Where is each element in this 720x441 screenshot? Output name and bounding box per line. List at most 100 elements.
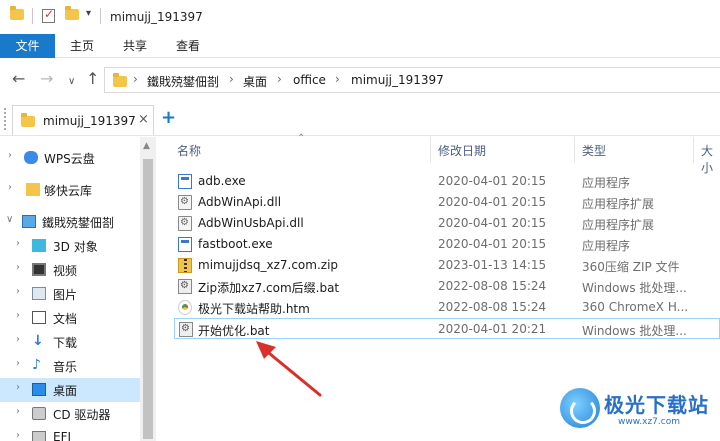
close-tab-icon[interactable]: × (138, 112, 149, 127)
file-row[interactable]: fastboot.exe 2020-04-01 20:15 应用程序 (174, 234, 720, 255)
expand-chevron-icon[interactable]: › (16, 430, 20, 441)
file-row[interactable]: 极光下载站帮助.htm 2022-08-08 15:24 360 ChromeX… (174, 297, 720, 318)
file-date: 2022-08-08 15:24 (438, 279, 547, 293)
file-name: Zip添加xz7.com后缀.bat (198, 281, 340, 295)
sidebar-item-videos[interactable]: › 视频 (0, 258, 140, 282)
file-type: 应用程序扩展 (582, 218, 655, 232)
breadcrumb-this-pc[interactable]: 鐵戝殑鐢佃剳 (147, 73, 219, 90)
column-header-modified[interactable]: 修改日期 (438, 142, 486, 159)
logo-icon (560, 388, 600, 428)
folder-tab[interactable]: mimujj_191397 × (12, 105, 154, 135)
sidebar-item-gokuai[interactable]: › 够快云库 (0, 178, 140, 202)
sidebar-item-documents[interactable]: › 文档 (0, 306, 140, 330)
file-type: 360 ChromeX H... (582, 300, 689, 314)
sidebar-item-downloads[interactable]: › ↓ 下载 (0, 330, 140, 354)
breadcrumb-office[interactable]: office (293, 73, 326, 87)
divider (100, 8, 101, 24)
drag-handle[interactable] (4, 108, 6, 130)
add-tab-button[interactable]: + (161, 107, 176, 128)
title-bar: ▾ mimujj_191397 (0, 0, 720, 34)
customize-toolbar-icon[interactable]: ▾ (86, 8, 91, 19)
cd-drive-icon (32, 407, 46, 420)
watermark: 极光下载站 www.xz7.com (560, 385, 720, 435)
navigation-pane: › WPS云盘 › 够快云库 ∨ 鐵戝殑鐢佃剳 › 3D 对象 › 视频 › 图… (0, 137, 140, 441)
breadcrumb-desktop[interactable]: 桌面 (243, 73, 267, 90)
expand-chevron-icon[interactable]: › (16, 334, 20, 345)
recent-locations-chevron-icon[interactable]: ∨ (68, 73, 75, 91)
folder-icon (113, 73, 127, 87)
expand-chevron-icon[interactable]: › (16, 310, 20, 321)
file-row[interactable]: AdbWinApi.dll 2020-04-01 20:15 应用程序扩展 (174, 192, 720, 213)
forward-arrow-icon[interactable]: → (40, 70, 53, 88)
tab-home[interactable]: 主页 (70, 34, 94, 58)
file-type: Windows 批处理... (582, 324, 687, 338)
breadcrumb-separator-icon[interactable]: › (335, 72, 340, 86)
sidebar-item-label: 桌面 (53, 384, 78, 398)
expand-chevron-icon[interactable]: › (16, 406, 20, 417)
folder-tab-strip: mimujj_191397 × + (0, 102, 720, 136)
zip-icon (178, 258, 192, 273)
file-date: 2020-04-01 20:15 (438, 174, 547, 188)
sidebar-item-pictures[interactable]: › 图片 (0, 282, 140, 306)
collapse-chevron-icon[interactable]: ∨ (6, 214, 13, 225)
sidebar-item-label: 图片 (53, 288, 78, 302)
sidebar-item-music[interactable]: › ♪ 音乐 (0, 354, 140, 378)
navigation-bar: ← → ∨ ↑ › 鐵戝殑鐢佃剳 › 桌面 › office › mimujj_… (0, 58, 720, 102)
expand-chevron-icon[interactable]: › (16, 286, 20, 297)
chrome-browser-icon (178, 300, 192, 315)
breadcrumb-separator-icon[interactable]: › (133, 72, 138, 86)
sidebar-item-efi[interactable]: › EFI (0, 426, 140, 441)
exe-icon (178, 237, 192, 252)
expand-chevron-icon[interactable]: › (16, 238, 20, 249)
tab-view[interactable]: 查看 (176, 34, 200, 58)
breadcrumb-current-folder[interactable]: mimujj_191397 (351, 73, 444, 87)
file-type: 360压缩 ZIP 文件 (582, 260, 680, 274)
sidebar-item-wps-cloud[interactable]: › WPS云盘 (0, 146, 140, 170)
tab-file[interactable]: 文件 (0, 34, 55, 58)
breadcrumb-separator-icon[interactable]: › (229, 72, 234, 86)
file-date: 2020-04-01 20:21 (438, 322, 547, 336)
expand-chevron-icon[interactable]: › (16, 382, 20, 393)
expand-chevron-icon[interactable]: › (16, 358, 20, 369)
file-row[interactable]: AdbWinUsbApi.dll 2020-04-01 20:15 应用程序扩展 (174, 213, 720, 234)
desktop-icon (32, 383, 46, 396)
watermark-url: www.xz7.com (618, 417, 680, 427)
divider (32, 8, 33, 24)
sidebar-item-label: WPS云盘 (44, 152, 95, 166)
expand-chevron-icon[interactable]: › (8, 182, 12, 193)
sidebar-item-this-pc[interactable]: ∨ 鐵戝殑鐢佃剳 (0, 210, 140, 234)
tab-share[interactable]: 共享 (123, 34, 147, 58)
sidebar-item-desktop[interactable]: › 桌面 (0, 378, 140, 402)
ribbon-tabs: 文件 主页 共享 查看 (0, 34, 720, 58)
breadcrumb-separator-icon[interactable]: › (277, 72, 282, 86)
file-row[interactable]: Zip添加xz7.com后缀.bat 2022-08-08 15:24 Wind… (174, 276, 720, 297)
column-divider[interactable] (693, 137, 694, 163)
column-header-name[interactable]: 名称 (177, 142, 201, 159)
file-date: 2020-04-01 20:15 (438, 216, 547, 230)
sidebar-item-label: 下载 (53, 336, 78, 350)
file-row[interactable]: adb.exe 2020-04-01 20:15 应用程序 (174, 171, 720, 192)
address-bar[interactable]: › 鐵戝殑鐢佃剳 › 桌面 › office › mimujj_191397 (104, 67, 720, 93)
file-type: 应用程序 (582, 176, 631, 190)
expand-chevron-icon[interactable]: › (16, 262, 20, 273)
sidebar-item-cd-drive[interactable]: › CD 驱动器 (0, 402, 140, 426)
file-name: 极光下载站帮助.htm (198, 302, 310, 316)
file-row[interactable]: mimujjdsq_xz7.com.zip 2023-01-13 14:15 3… (174, 255, 720, 276)
sidebar-item-label: 视频 (53, 264, 78, 278)
file-name: AdbWinApi.dll (198, 195, 282, 209)
up-arrow-icon[interactable]: ↑ (86, 70, 99, 88)
dll-icon (178, 195, 192, 210)
column-header-type[interactable]: 类型 (582, 142, 606, 159)
folder-tab-label: mimujj_191397 (43, 114, 136, 128)
expand-chevron-icon[interactable]: › (8, 150, 12, 161)
file-date: 2022-08-08 15:24 (438, 300, 547, 314)
sidebar-scrollbar[interactable]: ▲ (140, 137, 156, 441)
cube-icon (32, 239, 46, 252)
column-divider[interactable] (574, 137, 575, 163)
column-divider[interactable] (430, 137, 431, 163)
back-arrow-icon[interactable]: ← (12, 70, 25, 88)
scrollbar-thumb[interactable] (143, 159, 153, 439)
folder-icon (21, 113, 35, 127)
scroll-up-arrow-icon[interactable]: ▲ (143, 141, 150, 151)
sidebar-item-3d-objects[interactable]: › 3D 对象 (0, 234, 140, 258)
